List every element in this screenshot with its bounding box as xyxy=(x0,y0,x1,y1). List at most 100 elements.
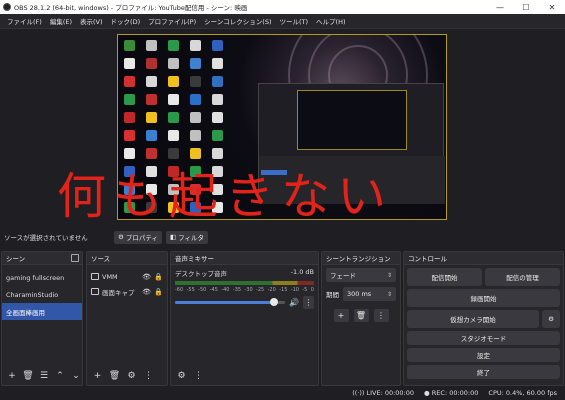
studio-mode-button[interactable]: スタジオモード xyxy=(407,331,560,345)
transition-menu-button[interactable]: ⋮ xyxy=(373,309,389,322)
virtual-camera-settings-button[interactable]: ⚙ xyxy=(542,310,560,328)
desktop-icon xyxy=(211,39,223,51)
filters-label: フィルタ xyxy=(178,234,204,242)
desktop-icon xyxy=(189,165,201,177)
exit-button[interactable]: 終了 xyxy=(407,365,560,379)
meter-tick: -20 xyxy=(267,287,276,293)
add-source-button[interactable]: + xyxy=(91,370,104,383)
start-virtual-camera-button[interactable]: 仮想カメラ開始 xyxy=(407,310,539,328)
remove-source-button[interactable]: 🗑 xyxy=(108,370,121,383)
desktop-icon xyxy=(123,201,135,213)
transition-select[interactable]: フェード ⇕ xyxy=(326,268,396,282)
scene-item-gaming-fullscreen[interactable]: gaming fullscreen xyxy=(2,269,82,286)
manage-broadcast-button[interactable]: 配信の管理 xyxy=(485,268,560,286)
meter-tick: -30 xyxy=(244,287,253,293)
start-streaming-button[interactable]: 配信開始 xyxy=(407,268,482,286)
settings-button[interactable]: 設定 xyxy=(407,348,560,362)
move-scene-up-button[interactable]: ⌃ xyxy=(54,370,66,383)
volume-meter xyxy=(175,281,314,285)
scene-transitions-dock: シーントランジション フェード ⇕ 期間 300 ms ⇕ + 🗑 ⋮ xyxy=(321,251,401,386)
close-button[interactable]: ✕ xyxy=(539,0,565,14)
scene-item-selected[interactable]: 全画面棒画用 xyxy=(2,303,82,320)
transition-tools: + 🗑 ⋮ xyxy=(322,309,400,322)
lock-icon[interactable]: 🔒 xyxy=(154,273,163,281)
properties-button[interactable]: ⚙ プロパティ xyxy=(114,230,162,244)
desktop-icon xyxy=(189,147,201,159)
scene-filters-button[interactable]: ☰ xyxy=(38,370,50,383)
obs-logo-icon xyxy=(3,3,11,11)
channel-db: -1.0 dB xyxy=(290,268,314,276)
rec-status: ● REC: 00:00:00 xyxy=(424,389,478,397)
menu-profile[interactable]: プロファイル(P) xyxy=(144,16,200,26)
desktop-icon xyxy=(145,201,157,213)
volume-slider-handle[interactable] xyxy=(270,298,279,306)
nested-preview xyxy=(297,90,407,150)
minimize-button[interactable]: — xyxy=(487,0,513,14)
channel-menu-button[interactable]: ⋮ xyxy=(303,296,314,309)
desktop-icon xyxy=(167,75,179,87)
remove-scene-button[interactable]: 🗑 xyxy=(22,370,34,383)
visibility-eye-icon[interactable]: 👁 xyxy=(142,288,151,296)
sources-toolbar: + 🗑 ⚙ ⋮ xyxy=(87,369,167,383)
mixer-menu-button[interactable]: ⋮ xyxy=(192,370,205,383)
maximize-button[interactable]: ☐ xyxy=(513,0,539,14)
menu-help[interactable]: ヘルプ(H) xyxy=(312,16,349,26)
meter-tick: -60 xyxy=(175,287,184,293)
duration-input[interactable]: 300 ms ⇕ xyxy=(343,287,396,301)
desktop-icon xyxy=(123,183,135,195)
controls-buttons: 配信開始 配信の管理 録画開始 仮想カメラ開始 ⚙ スタジオモード 設定 終了 xyxy=(404,265,563,379)
remove-transition-button[interactable]: 🗑 xyxy=(353,309,369,322)
menu-file[interactable]: ファイル(F) xyxy=(3,16,46,26)
menu-docks[interactable]: ドック(D) xyxy=(107,16,145,26)
preview-canvas[interactable] xyxy=(117,34,447,220)
desktop-icon xyxy=(123,147,135,159)
menu-edit[interactable]: 編集(E) xyxy=(46,16,76,26)
duration-value: 300 ms xyxy=(347,290,372,298)
scene-list: gaming fullscreen CharaminStudio 全画面棒画用 xyxy=(2,265,82,320)
source-list: VMM 👁 🔒 画面キャプ 👁 🔒 xyxy=(87,265,167,299)
source-item-screen-capture[interactable]: 画面キャプ 👁 🔒 xyxy=(87,284,167,299)
start-recording-button[interactable]: 録画開始 xyxy=(407,289,560,307)
source-properties-button[interactable]: ⚙ xyxy=(125,370,138,383)
source-menu-button[interactable]: ⋮ xyxy=(142,370,155,383)
menu-view[interactable]: 表示(V) xyxy=(76,16,107,26)
filters-button[interactable]: ◧ フィルタ xyxy=(165,230,208,244)
properties-label: プロパティ xyxy=(125,234,158,242)
add-scene-button[interactable]: + xyxy=(6,370,18,383)
controls-title: コントロール xyxy=(408,255,447,263)
volume-slider-fill xyxy=(175,301,275,304)
desktop-icon xyxy=(189,183,201,195)
menu-tools[interactable]: ツール(T) xyxy=(275,16,312,26)
desktop-icon xyxy=(189,57,201,69)
desktop-icon xyxy=(211,111,223,123)
desktop-icon xyxy=(211,75,223,87)
lock-icon[interactable]: 🔒 xyxy=(154,288,163,296)
sources-dock-title: ソース xyxy=(87,252,167,265)
desktop-icon xyxy=(167,165,179,177)
source-label: 画面キャプ xyxy=(102,288,135,297)
mixer-channel-desktop-audio: デスクトップ音声 -1.0 dB -60 -55 -50 -45 -40 -35… xyxy=(171,265,318,312)
add-transition-button[interactable]: + xyxy=(333,309,349,322)
undock-icon[interactable] xyxy=(71,254,79,262)
meter-tick: -55 xyxy=(186,287,195,293)
volume-slider[interactable] xyxy=(175,298,286,306)
live-status: ((·)) LIVE: 00:00:00 xyxy=(352,389,414,397)
advanced-audio-icon[interactable]: ⚙ xyxy=(175,370,188,383)
source-item-vmm[interactable]: VMM 👁 🔒 xyxy=(87,269,167,284)
title-bar: OBS 28.1.2 (64-bit, windows) - プロファイル: Y… xyxy=(0,0,565,14)
monitor-icon xyxy=(91,273,99,280)
desktop-icon xyxy=(167,93,179,105)
desktop-icon xyxy=(167,147,179,159)
move-scene-down-button[interactable]: ⌄ xyxy=(70,370,82,383)
menu-scene-collection[interactable]: シーンコレクション(S) xyxy=(200,16,275,26)
desktop-icon xyxy=(211,57,223,69)
source-toolbar: ソースが選択されていません ⚙ プロパティ ◧ フィルタ xyxy=(0,228,565,246)
broadcast-icon: ((·)) xyxy=(352,389,367,397)
transitions-title: シーントランジション xyxy=(326,255,391,263)
duration-label: 期間 xyxy=(326,291,339,299)
scene-item-charaminstudio[interactable]: CharaminStudio xyxy=(2,286,82,303)
visibility-eye-icon[interactable]: 👁 xyxy=(142,273,151,281)
controls-dock-title: コントロール xyxy=(404,252,563,265)
desktop-icon xyxy=(123,57,135,69)
speaker-icon[interactable]: 🔊 xyxy=(289,298,299,307)
